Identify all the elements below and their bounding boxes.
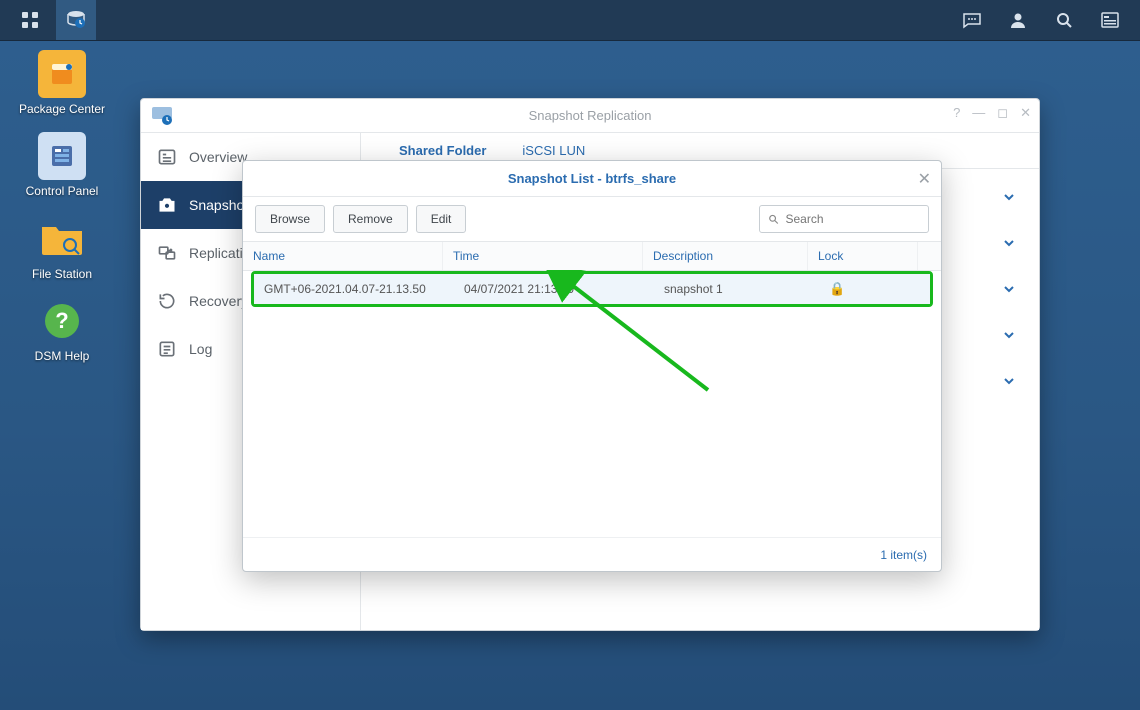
- desktop-icon-package-center[interactable]: Package Center: [12, 50, 112, 116]
- desktop-icon-label: File Station: [32, 267, 92, 281]
- window-maximize-button[interactable]: ◻: [997, 105, 1008, 121]
- desktop-icon-dsm-help[interactable]: ? DSM Help: [12, 297, 112, 363]
- cell-time: 04/07/2021 21:13:50: [454, 274, 654, 304]
- desktop-icon-control-panel[interactable]: Control Panel: [12, 132, 112, 198]
- window-minimize-button[interactable]: —: [972, 105, 985, 121]
- sidebar-item-label: Recovery: [189, 293, 248, 309]
- sidebar-item-label: Overview: [189, 149, 247, 165]
- desktop-icon-label: DSM Help: [35, 349, 90, 363]
- accordion-toggle[interactable]: [993, 315, 1025, 355]
- modal-snapshot-list: Snapshot List - btrfs_share ✕ Browse Rem…: [242, 160, 942, 572]
- table-header: Name Time Description Lock: [243, 241, 941, 271]
- search-icon: [768, 213, 780, 226]
- accordion-toggle[interactable]: [993, 269, 1025, 309]
- accordion-toggle[interactable]: [993, 223, 1025, 263]
- log-icon: [157, 339, 177, 359]
- remove-button[interactable]: Remove: [333, 205, 408, 233]
- col-lock[interactable]: Lock: [808, 242, 918, 270]
- window-title: Snapshot Replication: [529, 108, 652, 123]
- search-input[interactable]: [786, 212, 921, 226]
- search-icon[interactable]: [1044, 0, 1084, 40]
- desktop: Package Center Control Panel File Statio…: [12, 50, 112, 364]
- desktop-icon-file-station[interactable]: File Station: [12, 215, 112, 281]
- browse-button[interactable]: Browse: [255, 205, 325, 233]
- desktop-icon-label: Package Center: [19, 102, 105, 116]
- search-field[interactable]: [759, 205, 929, 233]
- widgets-icon[interactable]: [1090, 0, 1130, 40]
- modal-footer: 1 item(s): [243, 537, 941, 571]
- accordion-toggle[interactable]: [993, 361, 1025, 401]
- user-icon[interactable]: [998, 0, 1038, 40]
- modal-title: Snapshot List - btrfs_share: [508, 171, 676, 186]
- apps-menu-button[interactable]: [10, 0, 50, 40]
- desktop-icon-label: Control Panel: [26, 184, 99, 198]
- col-time[interactable]: Time: [443, 242, 643, 270]
- taskbar: [0, 0, 1140, 40]
- col-name[interactable]: Name: [243, 242, 443, 270]
- cell-description: snapshot 1: [654, 274, 819, 304]
- camera-icon: [157, 195, 177, 215]
- recovery-icon: [157, 291, 177, 311]
- window-app-icon: [151, 105, 173, 127]
- lock-icon: 🔒: [829, 281, 845, 297]
- table-row[interactable]: GMT+06-2021.04.07-21.13.50 04/07/2021 21…: [254, 274, 930, 304]
- item-count: 1 item(s): [880, 548, 927, 562]
- edit-button[interactable]: Edit: [416, 205, 467, 233]
- replication-icon: [157, 243, 177, 263]
- cell-lock: 🔒: [819, 274, 929, 304]
- col-description[interactable]: Description: [643, 242, 808, 270]
- overview-icon: [157, 147, 177, 167]
- highlighted-annotation: GMT+06-2021.04.07-21.13.50 04/07/2021 21…: [251, 271, 933, 307]
- sidebar-item-label: Log: [189, 341, 212, 357]
- cell-name: GMT+06-2021.04.07-21.13.50: [254, 274, 454, 304]
- window-help-button[interactable]: ?: [953, 105, 960, 121]
- window-close-button[interactable]: ✕: [1020, 105, 1031, 121]
- modal-close-button[interactable]: ✕: [918, 169, 931, 189]
- taskbar-app-backup[interactable]: [56, 0, 96, 40]
- svg-text:?: ?: [55, 308, 68, 333]
- accordion-toggle[interactable]: [993, 177, 1025, 217]
- notifications-icon[interactable]: [952, 0, 992, 40]
